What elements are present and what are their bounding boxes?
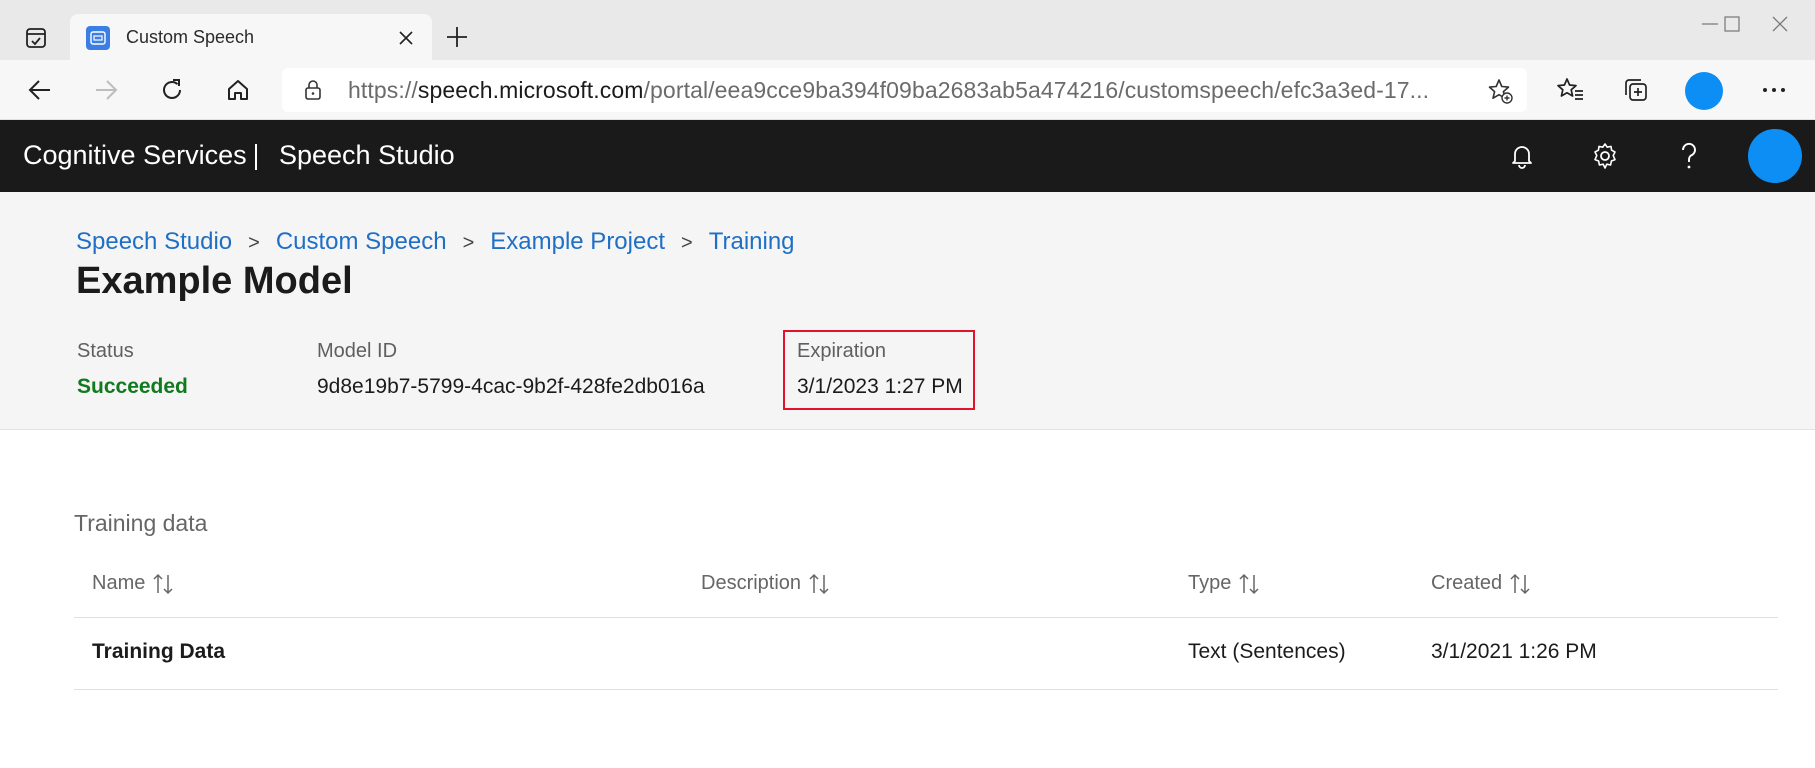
more-icon[interactable]: [1754, 70, 1794, 110]
column-header-label: Name: [92, 572, 146, 594]
lock-icon[interactable]: [302, 79, 324, 101]
page-header: Speech Studio > Custom Speech > Example Proj…: [0, 192, 1815, 430]
tab-actions-icon[interactable]: [14, 18, 58, 58]
model-id-label: Model ID: [317, 340, 398, 362]
column-header-label: Created: [1431, 572, 1503, 594]
home-icon[interactable]: [218, 70, 258, 110]
plus-icon[interactable]: [442, 22, 472, 52]
url-scheme: https://: [348, 76, 418, 103]
collections-icon[interactable]: [1616, 70, 1656, 110]
model-id-value: 9d8e19b7-5799-4cac-9b2f-428fe2db016a: [317, 375, 705, 398]
training-data-table: Name Description Type Created Training D…: [74, 558, 1778, 690]
cell-created: 3/1/2021 1:26 PM: [1431, 640, 1597, 663]
cell-type: Text (Sentences): [1188, 640, 1346, 663]
add-favorite-icon[interactable]: [1487, 78, 1513, 104]
column-header-type[interactable]: Type: [1188, 572, 1259, 595]
refresh-icon[interactable]: [152, 70, 192, 110]
table-header-row: Name Description Type Created: [74, 558, 1778, 618]
breadcrumb: Speech Studio > Custom Speech > Example Proj…: [76, 228, 795, 256]
breadcrumb-item-example-project[interactable]: Example Project: [490, 228, 665, 255]
breadcrumb-item-custom-speech[interactable]: Custom Speech: [276, 228, 447, 255]
url-path: /portal/eea9cce9ba394f09ba2683ab5a474216…: [643, 76, 1430, 103]
cell-name[interactable]: Training Data: [92, 640, 225, 664]
url-text[interactable]: https://speech.microsoft.com/portal/eea9…: [348, 77, 1458, 104]
product-name[interactable]: Speech Studio: [279, 140, 455, 171]
column-header-label: Description: [701, 572, 802, 594]
expiration-highlight-box: [783, 330, 975, 410]
forward-icon[interactable]: [86, 70, 126, 110]
table-row[interactable]: Training Data Text (Sentences) 3/1/2021 …: [74, 618, 1778, 690]
app-header: Cognitive Services Speech Studio: [0, 120, 1815, 192]
breadcrumb-separator: >: [462, 232, 475, 254]
window-close-icon[interactable]: [1756, 8, 1804, 40]
breadcrumb-separator: >: [681, 232, 693, 254]
column-header-name[interactable]: Name: [92, 572, 173, 595]
page-title: Example Model: [76, 260, 353, 302]
browser-tab[interactable]: Custom Speech: [70, 14, 432, 61]
help-icon[interactable]: [1671, 138, 1707, 174]
sort-icon[interactable]: [153, 573, 173, 595]
profile-avatar[interactable]: [1685, 72, 1723, 110]
status-label: Status: [77, 340, 134, 362]
brand-name[interactable]: Cognitive Services: [23, 140, 247, 171]
gear-icon[interactable]: [1587, 138, 1623, 174]
status-field: Status Succeeded: [77, 340, 188, 399]
training-data-heading: Training data: [74, 510, 208, 536]
url-host: speech.microsoft.com: [417, 76, 644, 103]
model-id-field: Model ID 9d8e19b7-5799-4cac-9b2f-428fe2d…: [317, 340, 705, 399]
breadcrumb-separator: >: [248, 232, 260, 254]
column-header-label: Type: [1188, 572, 1232, 594]
browser-tab-strip: Custom Speech: [0, 0, 1815, 61]
sort-icon[interactable]: [1510, 573, 1530, 595]
speech-favicon-icon: [86, 25, 110, 50]
close-icon[interactable]: [394, 26, 418, 50]
back-icon[interactable]: [20, 70, 60, 110]
status-value: Succeeded: [77, 375, 188, 398]
favorites-icon[interactable]: [1550, 70, 1590, 110]
bell-icon[interactable]: [1504, 138, 1540, 174]
breadcrumb-item-speech-studio[interactable]: Speech Studio: [76, 228, 232, 255]
tab-title: Custom Speech: [126, 27, 255, 47]
sort-icon[interactable]: [809, 573, 829, 595]
breadcrumb-item-training[interactable]: Training: [709, 228, 795, 255]
address-bar-row: https://speech.microsoft.com/portal/eea9…: [0, 60, 1815, 120]
header-divider: [255, 144, 257, 170]
column-header-description[interactable]: Description: [701, 572, 829, 595]
address-bar[interactable]: https://speech.microsoft.com/portal/eea9…: [282, 68, 1527, 112]
column-header-created[interactable]: Created: [1431, 572, 1530, 595]
sort-icon[interactable]: [1239, 573, 1259, 595]
user-avatar[interactable]: [1748, 129, 1802, 183]
maximize-button[interactable]: [1688, 8, 1740, 40]
